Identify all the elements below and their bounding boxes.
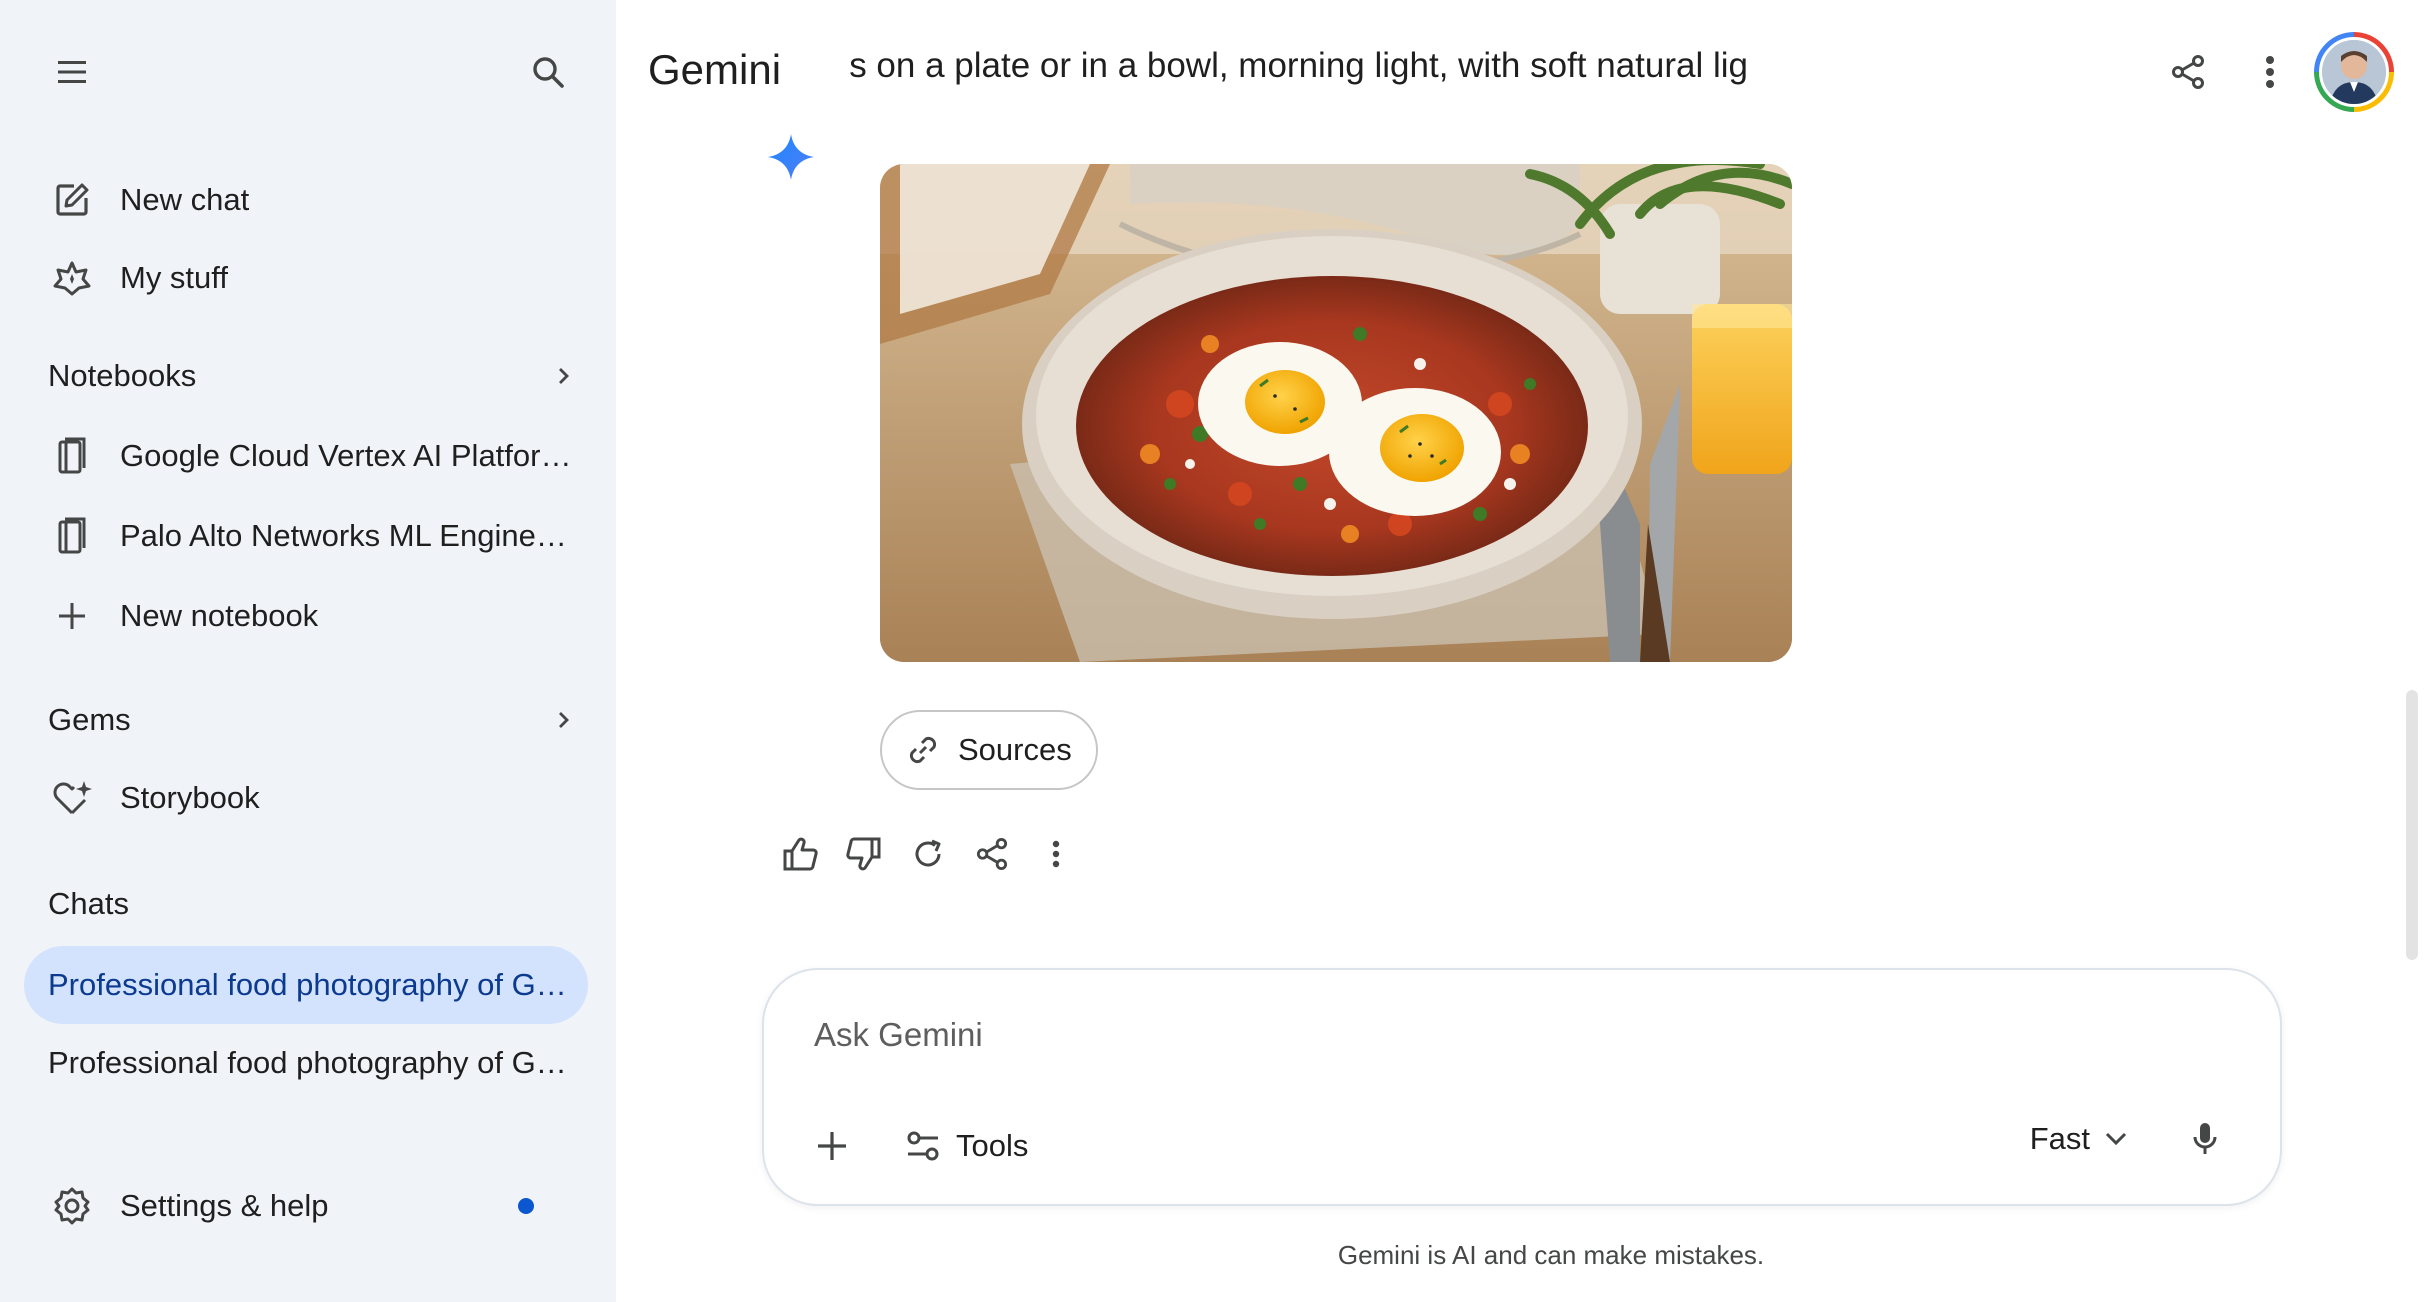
my-stuff-button[interactable]: My stuff bbox=[24, 240, 588, 316]
star-badge-icon bbox=[24, 260, 120, 296]
more-vert-icon[interactable] bbox=[1024, 822, 1088, 886]
model-label: Fast bbox=[2029, 1121, 2090, 1156]
gear-icon bbox=[24, 1187, 120, 1225]
plus-icon bbox=[818, 1132, 846, 1160]
notebook-icon bbox=[24, 437, 120, 475]
gemini-app: New chat My stuff Notebooks Google Cloud… bbox=[0, 0, 2426, 1302]
notebook-label: Palo Alto Networks ML Engineer… bbox=[120, 518, 580, 553]
gem-label: Storybook bbox=[120, 780, 260, 815]
notebook-label: Google Cloud Vertex AI Platform… bbox=[120, 438, 580, 473]
generated-food-image[interactable] bbox=[880, 164, 1792, 662]
prompt-input[interactable]: Ask Gemini bbox=[814, 1016, 983, 1054]
settings-help-button[interactable]: Settings & help bbox=[24, 1168, 588, 1244]
main-panel: Gemini atisfying textures. The dish is o… bbox=[616, 0, 2426, 1302]
mic-icon[interactable] bbox=[2172, 1106, 2238, 1172]
gems-header-label: Gems bbox=[48, 702, 131, 737]
brand-title: Gemini bbox=[648, 46, 782, 93]
sidebar: New chat My stuff Notebooks Google Cloud… bbox=[0, 0, 616, 1302]
chat-label: Professional food photography of Glu… bbox=[48, 1045, 568, 1080]
chats-header: Chats bbox=[48, 886, 129, 921]
thumb-up-icon[interactable] bbox=[768, 822, 832, 886]
new-notebook-button[interactable]: New notebook bbox=[24, 578, 588, 654]
conversation-title: atisfying textures. The dish is on a pla… bbox=[848, 40, 1748, 100]
share-icon[interactable] bbox=[2152, 36, 2224, 108]
settings-label: Settings & help bbox=[120, 1188, 329, 1223]
gems-header[interactable]: Gems bbox=[24, 688, 588, 752]
gemini-sparkle-icon bbox=[768, 134, 814, 185]
share-icon[interactable] bbox=[960, 822, 1024, 886]
sources-button[interactable]: Sources bbox=[880, 710, 1098, 790]
tools-label: Tools bbox=[956, 1128, 1029, 1163]
my-stuff-label: My stuff bbox=[120, 260, 228, 295]
link-icon bbox=[909, 736, 937, 764]
tune-icon bbox=[907, 1131, 939, 1161]
disclaimer: Gemini is AI and can make mistakes. bbox=[616, 1240, 2426, 1271]
edit-square-icon bbox=[24, 182, 120, 218]
plus-icon bbox=[24, 600, 120, 632]
new-chat-button[interactable]: New chat bbox=[24, 162, 588, 238]
add-attachment-button[interactable] bbox=[802, 1116, 862, 1176]
refresh-icon[interactable] bbox=[896, 822, 960, 886]
chat-item[interactable]: Professional food photography of Glu… bbox=[24, 1024, 588, 1102]
chevron-right-icon bbox=[559, 712, 569, 728]
sources-label: Sources bbox=[958, 732, 1072, 767]
chevron-down-icon bbox=[2105, 1132, 2127, 1146]
notebooks-header[interactable]: Notebooks bbox=[24, 344, 588, 408]
new-chat-label: New chat bbox=[120, 182, 250, 217]
prompt-composer[interactable]: Ask Gemini Tools Fast bbox=[762, 968, 2282, 1206]
search-icon[interactable] bbox=[512, 36, 584, 108]
notification-dot bbox=[518, 1198, 534, 1214]
scrollbar[interactable] bbox=[2406, 690, 2418, 960]
disclaimer-text: Gemini is AI and can make mistakes. bbox=[1337, 1240, 1765, 1270]
chevron-right-icon bbox=[559, 368, 569, 384]
avatar-photo bbox=[2319, 37, 2389, 107]
avatar[interactable] bbox=[2314, 32, 2394, 112]
more-vert-icon[interactable] bbox=[2234, 36, 2306, 108]
notebooks-header-label: Notebooks bbox=[48, 358, 197, 393]
model-selector[interactable]: Fast bbox=[2016, 1106, 2142, 1172]
conversation-title-text: atisfying textures. The dish is on a pla… bbox=[848, 46, 1748, 85]
chat-item-active[interactable]: Professional food photography of Glu… bbox=[24, 946, 588, 1024]
gem-item-storybook[interactable]: Storybook bbox=[24, 760, 588, 836]
notebook-icon bbox=[24, 517, 120, 555]
heart-sparkle-icon bbox=[24, 780, 120, 816]
new-notebook-label: New notebook bbox=[120, 598, 319, 633]
tools-button[interactable]: Tools bbox=[894, 1114, 1040, 1178]
menu-icon[interactable] bbox=[36, 36, 108, 108]
chat-label: Professional food photography of Glu… bbox=[48, 967, 568, 1002]
notebook-item[interactable]: Google Cloud Vertex AI Platform… bbox=[24, 418, 588, 494]
notebook-item[interactable]: Palo Alto Networks ML Engineer… bbox=[24, 498, 588, 574]
thumb-down-icon[interactable] bbox=[832, 822, 896, 886]
